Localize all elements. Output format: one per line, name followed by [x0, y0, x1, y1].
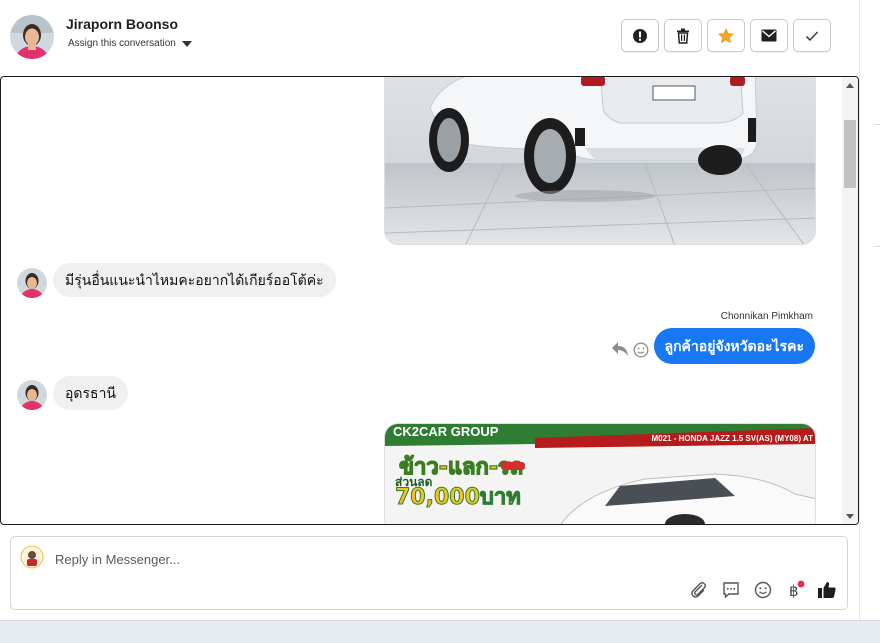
mark-unread-button[interactable]	[750, 19, 788, 52]
exclamation-circle-icon	[633, 28, 647, 43]
baht-payment-icon[interactable]: ฿	[785, 580, 805, 600]
svg-text:฿: ฿	[789, 582, 799, 600]
incoming-message[interactable]: มีรุ่นอื่นแนะนำไหมคะอยากได้เกียร์ออโต้ค่…	[53, 263, 336, 297]
incoming-message[interactable]: อุดรธานี	[53, 376, 128, 410]
star-icon	[718, 27, 734, 43]
contact-avatar[interactable]	[10, 15, 54, 59]
outgoing-message[interactable]: ลูกค้าอยู่จังหวัดอะไรคะ	[653, 328, 815, 364]
reply-icon[interactable]	[611, 341, 629, 357]
promo-discount-value: 70,000บาท	[395, 485, 521, 510]
envelope-icon	[761, 29, 777, 42]
bottom-bar	[0, 620, 880, 643]
saved-reply-icon[interactable]	[721, 580, 741, 600]
scroll-down-arrow-icon[interactable]	[846, 514, 854, 519]
side-panel-edge	[859, 0, 880, 643]
reply-input[interactable]	[55, 549, 655, 569]
thread-scrollbar[interactable]	[842, 77, 858, 524]
assign-label: Assign this conversation	[68, 38, 176, 49]
contact-avatar[interactable]	[17, 380, 47, 410]
react-emoji-icon[interactable]	[633, 342, 649, 358]
messenger-inbox: Jiraporn Boonso Assign this conversation	[0, 0, 880, 643]
banner-model: M021 - HONDA JAZZ 1.5 SV(AS) (MY08) AT	[651, 434, 813, 443]
thumbs-up-icon[interactable]	[817, 580, 837, 600]
page-avatar	[20, 545, 44, 569]
sender-name: Chonnikan Pimkham	[720, 311, 813, 322]
mark-done-button[interactable]	[793, 19, 831, 52]
emoji-icon[interactable]	[753, 580, 773, 600]
scroll-thumb[interactable]	[844, 120, 856, 188]
reply-composer: ฿	[10, 536, 848, 610]
checkmark-icon	[805, 30, 819, 41]
divider	[874, 246, 880, 247]
chevron-down-icon	[181, 40, 192, 47]
star-button[interactable]	[707, 19, 745, 52]
banner-brand: CK2CAR GROUP	[393, 424, 499, 439]
delete-button[interactable]	[664, 19, 702, 52]
conversation-panel: Jiraporn Boonso Assign this conversation	[0, 0, 859, 620]
mark-spam-button[interactable]	[621, 19, 659, 52]
contact-avatar[interactable]	[17, 268, 47, 298]
car-photo-attachment[interactable]	[384, 77, 816, 245]
trash-icon	[677, 28, 689, 44]
assign-conversation-dropdown[interactable]: Assign this conversation	[68, 38, 192, 49]
message-thread[interactable]: มีรุ่นอื่นแนะนำไหมคะอยากได้เกียร์ออโต้ค่…	[0, 76, 859, 525]
contact-name: Jiraporn Boonso	[66, 16, 179, 32]
paperclip-icon[interactable]	[689, 580, 709, 600]
scroll-up-arrow-icon[interactable]	[846, 83, 854, 88]
divider	[874, 124, 880, 125]
promo-image-attachment[interactable]: CK2CAR GROUP M021 - HONDA JAZZ 1.5 SV(AS…	[384, 423, 816, 524]
